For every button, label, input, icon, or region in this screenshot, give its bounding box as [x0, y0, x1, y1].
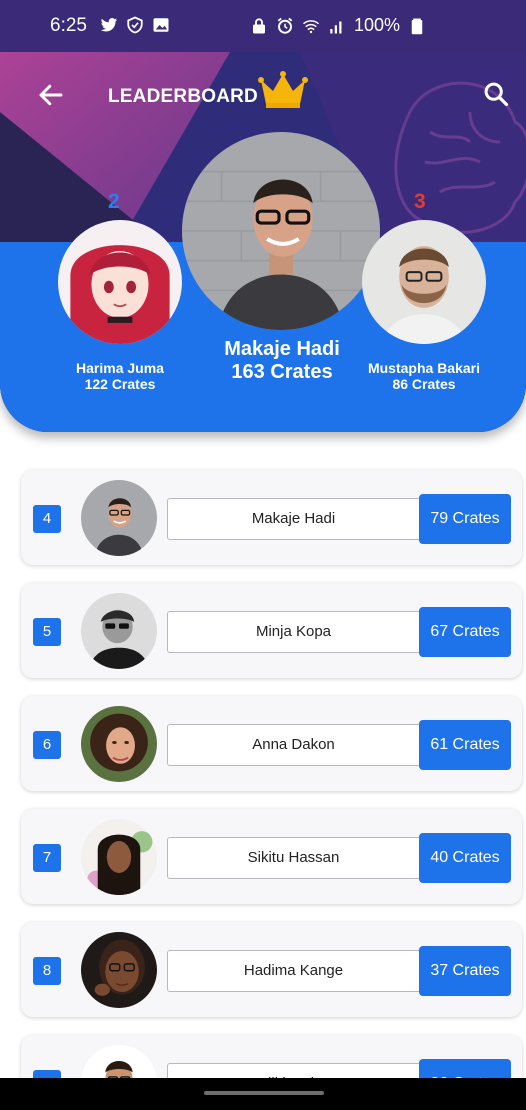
back-arrow-icon[interactable]: [36, 80, 66, 110]
podium-name-second: Harima Juma 122 Crates: [50, 360, 190, 392]
twitter-icon: [100, 18, 118, 32]
rank-badge: 4: [33, 505, 61, 533]
podium-rank-second: 2: [108, 190, 120, 213]
podium-name-first: Makaje Hadi 163 Crates: [182, 338, 382, 384]
list-item[interactable]: 7 Sikitu Hassan 40 Crates: [21, 809, 522, 904]
notification-icons: [100, 16, 170, 34]
status-bar: 6:25 100%: [0, 0, 526, 52]
avatar[interactable]: [81, 593, 157, 669]
player-name: Minja Kopa: [167, 611, 419, 653]
third-place-score: 86 Crates: [392, 376, 456, 392]
search-icon[interactable]: [482, 80, 510, 108]
man-bw-avatar-art: [81, 593, 157, 669]
player-name: Anna Dakon: [167, 724, 419, 766]
man-glasses-avatar-art: [182, 132, 380, 330]
avatar-third-place[interactable]: [362, 220, 486, 344]
signal-icon: [330, 21, 342, 33]
rank-badge: 5: [33, 618, 61, 646]
gallery-icon: [153, 18, 169, 32]
woman-curly-avatar-art: [81, 706, 157, 782]
podium-rank-third: 3: [414, 190, 426, 213]
list-item[interactable]: 6 Anna Dakon 61 Crates: [21, 696, 522, 791]
avatar[interactable]: [81, 706, 157, 782]
anime-girl-avatar-art: [58, 220, 182, 344]
man-glasses-avatar-art: [81, 480, 157, 556]
second-place-name: Harima Juma: [76, 360, 164, 376]
vpn-shield-icon: [127, 16, 143, 34]
alarm-icon: [277, 17, 293, 34]
battery-percent: 100%: [354, 15, 401, 35]
score-badge[interactable]: 61 Crates: [419, 720, 511, 770]
score-badge[interactable]: 79 Crates: [419, 494, 511, 544]
crown-icon: [258, 71, 308, 108]
list-item[interactable]: 4 Makaje Hadi 79 Crates: [21, 470, 522, 565]
status-indicators: 100%: [250, 15, 426, 36]
podium-name-third: Mustapha Bakari 86 Crates: [356, 360, 492, 392]
score-badge[interactable]: 40 Crates: [419, 833, 511, 883]
avatar[interactable]: [81, 819, 157, 895]
woman-glasses-avatar-art: [81, 932, 157, 1008]
list-item[interactable]: 8 Hadima Kange 37 Crates: [21, 922, 522, 1017]
wifi-icon: [303, 19, 319, 33]
avatar-first-place[interactable]: [182, 132, 380, 330]
avatar-second-place[interactable]: [58, 220, 182, 344]
lock-icon: [253, 17, 265, 33]
woman-braids-avatar-art: [81, 819, 157, 895]
bearded-man-avatar-art: [362, 220, 486, 344]
avatar[interactable]: [81, 480, 157, 556]
status-time: 6:25: [50, 15, 87, 36]
page-title: LEADERBOARD: [108, 86, 258, 107]
leaderboard-header: LEADERBOARD 2 3 Harima Juma 122 Crates M…: [0, 52, 526, 432]
battery-icon: [411, 18, 423, 34]
system-nav-bar: [0, 1078, 526, 1110]
player-name: Sikitu Hassan: [167, 837, 419, 879]
rank-badge: 6: [33, 731, 61, 759]
score-badge[interactable]: 37 Crates: [419, 946, 511, 996]
home-gesture-handle[interactable]: [204, 1091, 324, 1095]
score-badge[interactable]: 67 Crates: [419, 607, 511, 657]
player-name: Hadima Kange: [167, 950, 419, 992]
player-name: Makaje Hadi: [167, 498, 419, 540]
first-place-score: 163 Crates: [231, 361, 333, 383]
second-place-score: 122 Crates: [84, 376, 156, 392]
third-place-name: Mustapha Bakari: [367, 360, 481, 376]
avatar[interactable]: [81, 932, 157, 1008]
rank-badge: 7: [33, 844, 61, 872]
rank-badge: 8: [33, 957, 61, 985]
first-place-name: Makaje Hadi: [224, 338, 340, 360]
list-item[interactable]: 5 Minja Kopa 67 Crates: [21, 583, 522, 678]
